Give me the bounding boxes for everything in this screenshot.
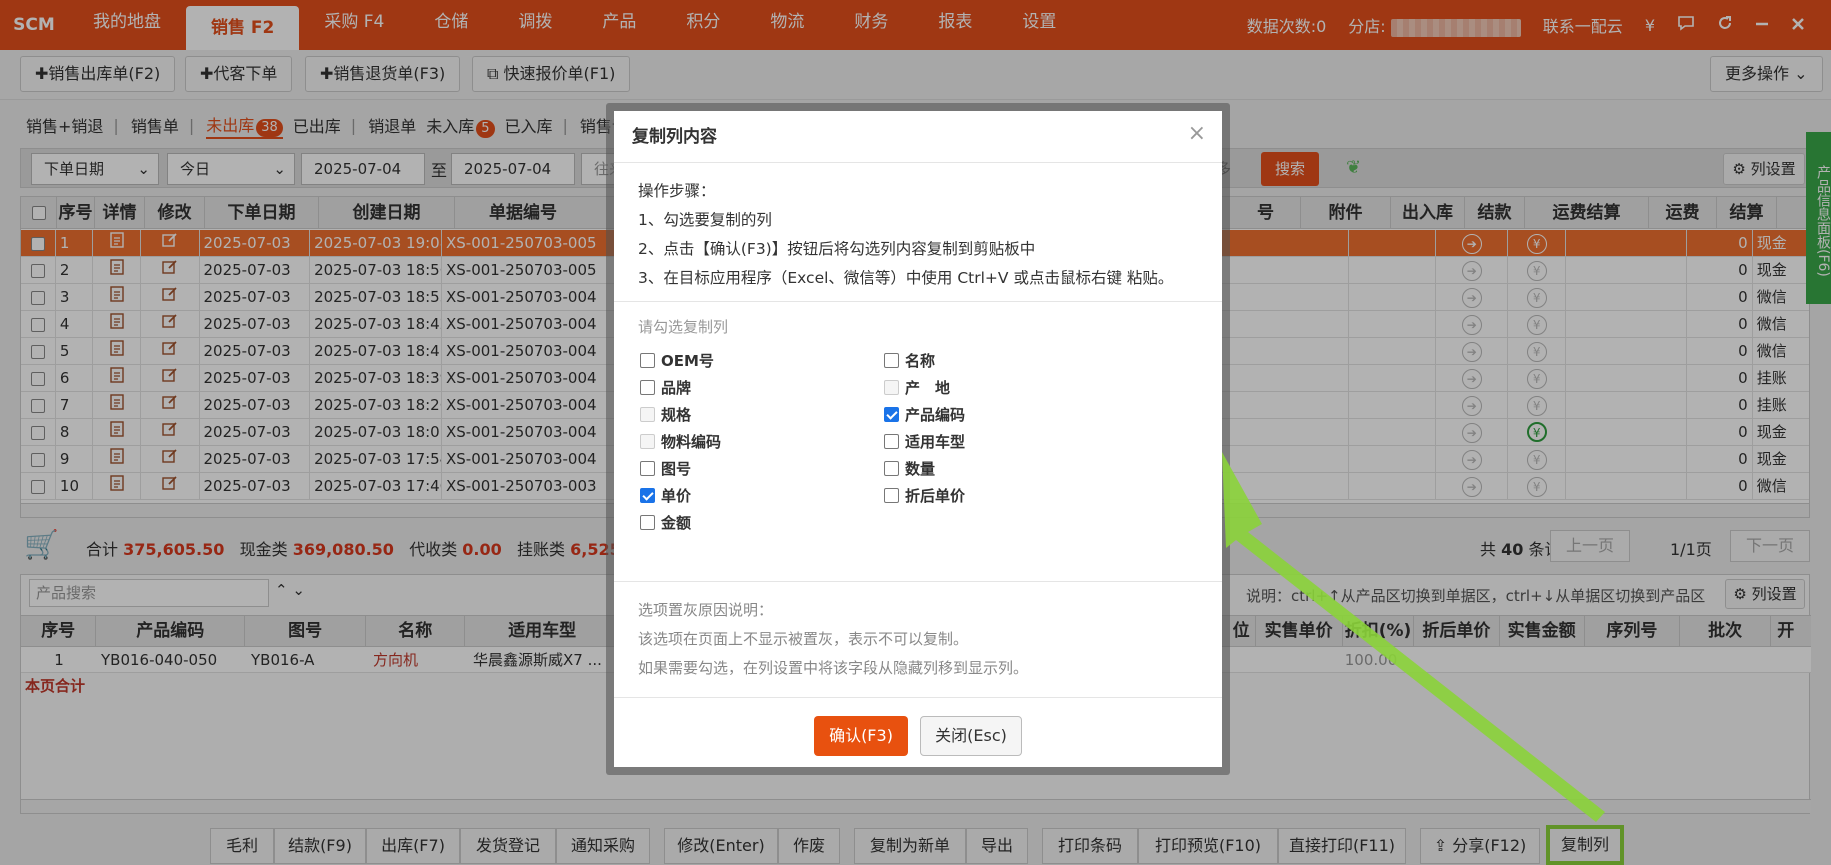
column-option[interactable]: 名称 — [884, 350, 935, 371]
column-option[interactable]: 单价 — [640, 485, 691, 506]
option-checkbox[interactable] — [884, 434, 899, 449]
column-option[interactable]: 金额 — [640, 512, 691, 533]
option-label: 折后单价 — [905, 487, 966, 505]
option-label: 规格 — [661, 406, 692, 424]
option-label: 产 地 — [905, 379, 951, 397]
option-checkbox[interactable] — [640, 461, 655, 476]
column-option[interactable]: 图号 — [640, 458, 691, 479]
steps-title: 操作步骤： — [638, 182, 716, 200]
option-checkbox[interactable] — [884, 407, 899, 422]
column-option[interactable]: OEM号 — [640, 350, 714, 371]
column-option: 物料编码 — [640, 431, 721, 452]
choose-columns-label: 请勾选复制列 — [638, 318, 729, 336]
option-label: 物料编码 — [661, 433, 722, 451]
step-3: 3、在目标应用程序（Excel、微信等）中使用 Ctrl+V 或点击鼠标右键 粘… — [638, 269, 1174, 287]
option-label: 名称 — [905, 352, 936, 370]
option-checkbox[interactable] — [640, 380, 655, 395]
note-line-2: 如果需要勾选，在列设置中将该字段从隐藏列移到显示列。 — [638, 659, 1029, 677]
app-root: SCM 我的地盘 销售 F2 采购 F4 仓储 调拨 产品 积分 物流 财务 报… — [0, 0, 1831, 865]
option-checkbox[interactable] — [884, 353, 899, 368]
column-option: 产 地 — [884, 377, 950, 398]
column-option[interactable]: 产品编码 — [884, 404, 965, 425]
column-option[interactable]: 折后单价 — [884, 485, 965, 506]
option-label: 金额 — [661, 514, 692, 532]
option-checkbox — [640, 434, 655, 449]
option-label: 图号 — [661, 460, 692, 478]
copy-columns-dialog: 复制列内容 × 操作步骤： 1、勾选要复制的列 2、点击【确认(F3)】按钮后将… — [606, 103, 1230, 775]
option-label: 产品编码 — [905, 406, 966, 424]
option-checkbox[interactable] — [640, 488, 655, 503]
column-option[interactable]: 数量 — [884, 458, 935, 479]
step-1: 1、勾选要复制的列 — [638, 211, 772, 229]
column-option: 规格 — [640, 404, 691, 425]
column-option[interactable]: 品牌 — [640, 377, 691, 398]
option-checkbox[interactable] — [884, 488, 899, 503]
option-checkbox[interactable] — [640, 353, 655, 368]
column-option[interactable]: 适用车型 — [884, 431, 965, 452]
dialog-steps: 操作步骤： 1、勾选要复制的列 2、点击【确认(F3)】按钮后将勾选列内容复制到… — [614, 163, 1222, 302]
close-button[interactable]: 关闭(Esc) — [920, 716, 1022, 756]
option-label: OEM号 — [661, 352, 714, 370]
note-title: 选项置灰原因说明： — [638, 601, 774, 619]
dialog-footer: 确认(F3) 关闭(Esc) — [614, 698, 1222, 776]
note-line-1: 该选项在页面上不显示被置灰，表示不可以复制。 — [638, 630, 969, 648]
option-checkbox — [884, 380, 899, 395]
column-options: 请勾选复制列 OEM号 名称品牌 产 地规格 产品编码物料编码 适用车型图号 数量单价 折后… — [614, 302, 1222, 582]
option-label: 适用车型 — [905, 433, 966, 451]
dialog-title: 复制列内容 — [614, 111, 1222, 163]
option-label: 数量 — [905, 460, 936, 478]
option-checkbox[interactable] — [884, 461, 899, 476]
confirm-button[interactable]: 确认(F3) — [814, 716, 908, 756]
option-label: 品牌 — [661, 379, 692, 397]
step-2: 2、点击【确认(F3)】按钮后将勾选列内容复制到剪贴板中 — [638, 240, 1036, 258]
option-checkbox[interactable] — [640, 515, 655, 530]
option-checkbox — [640, 407, 655, 422]
option-label: 单价 — [661, 487, 692, 505]
close-icon[interactable]: × — [1188, 121, 1206, 146]
disabled-reason-note: 选项置灰原因说明： 该选项在页面上不显示被置灰，表示不可以复制。 如果需要勾选，… — [614, 582, 1222, 698]
